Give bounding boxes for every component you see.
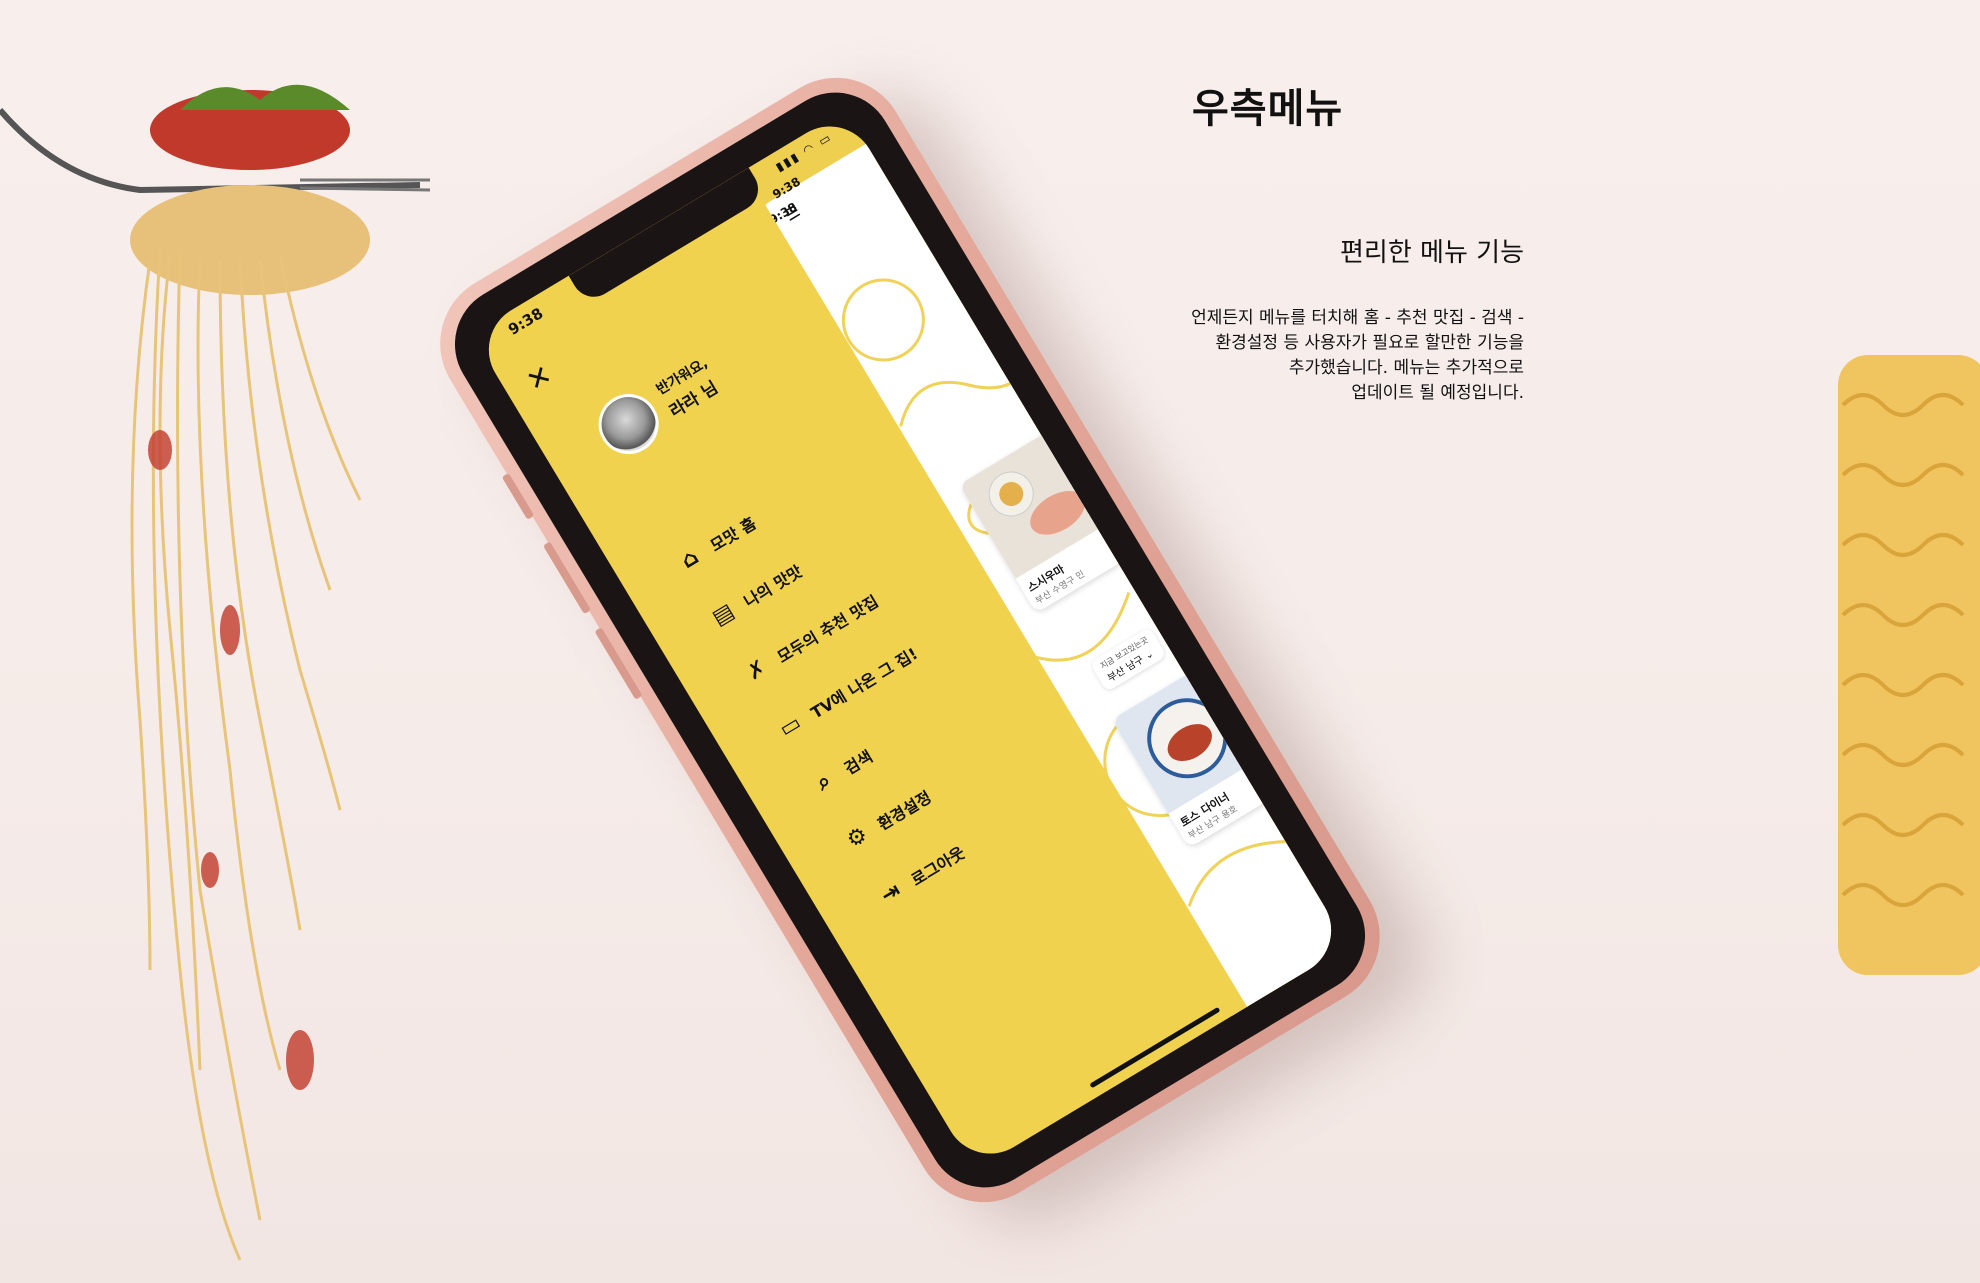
description-line: 언제든지 메뉴를 터치해 홈 - 추천 맛집 - 검색 - bbox=[1191, 308, 1524, 328]
menu-item-label: 검색 bbox=[840, 746, 876, 779]
home-icon: ⌂ bbox=[676, 544, 703, 574]
menu-item-search[interactable]: ⌕ 검색 bbox=[805, 741, 878, 801]
phone-mockup: ▮▮▮ ◠ ▭ 9:38 9:38 ☰ 스시우마 부산 수영구 민 지금 보고있… bbox=[414, 51, 1406, 1229]
description-line: 추가했습니다. 메뉴는 추가적으로 bbox=[1288, 358, 1524, 378]
feature-description: 언제든지 메뉴를 터치해 홈 - 추천 맛집 - 검색 - 환경설정 등 사용자… bbox=[1120, 306, 1524, 406]
menu-item-label: 모맛 홈 bbox=[707, 513, 760, 556]
pasta-fork-image bbox=[0, 84, 431, 1261]
page-title: 우측메뉴 bbox=[1192, 86, 1344, 132]
page-subtitle: 편리한 메뉴 기능 bbox=[1340, 238, 1524, 268]
tv-icon: ▭ bbox=[774, 709, 806, 743]
description-line: 업데이트 될 예정입니다. bbox=[1351, 383, 1524, 403]
menu-item-logout[interactable]: ⇥ 로그아웃 bbox=[872, 837, 971, 913]
menu-item-settings[interactable]: ⚙ 환경설정 bbox=[838, 781, 937, 857]
menu-item-label: 모두의 추천 맛집 bbox=[774, 591, 882, 667]
utensils-icon: ✗ bbox=[742, 654, 772, 686]
search-icon: ⌕ bbox=[811, 767, 836, 796]
logout-icon: ⇥ bbox=[876, 877, 905, 909]
menu-item-label: 로그아웃 bbox=[907, 843, 969, 890]
status-time: 9:38 bbox=[505, 304, 547, 339]
menu-item-home[interactable]: ⌂ 모맛 홈 bbox=[671, 508, 762, 579]
phone-bezel: ▮▮▮ ◠ ▭ 9:38 9:38 ☰ 스시우마 부산 수영구 민 지금 보고있… bbox=[433, 71, 1387, 1209]
avatar[interactable] bbox=[587, 382, 670, 466]
menu-item-my-taste[interactable]: ▤ 나의 맛맛 bbox=[704, 556, 807, 634]
menu-item-label: 나의 맛맛 bbox=[740, 561, 806, 612]
menu-item-label: 환경설정 bbox=[874, 787, 935, 834]
notebook-icon: ▤ bbox=[707, 598, 739, 631]
close-icon[interactable]: ✕ bbox=[519, 358, 560, 399]
menu-item-label: TV에 나온 그 집! bbox=[807, 643, 921, 723]
noodle-block-image bbox=[1838, 355, 1980, 975]
chevron-down-icon: ⌄ bbox=[1143, 648, 1156, 663]
gear-icon: ⚙ bbox=[842, 821, 873, 854]
description-line: 환경설정 등 사용자가 필요로 할만한 기능을 bbox=[1215, 333, 1524, 353]
